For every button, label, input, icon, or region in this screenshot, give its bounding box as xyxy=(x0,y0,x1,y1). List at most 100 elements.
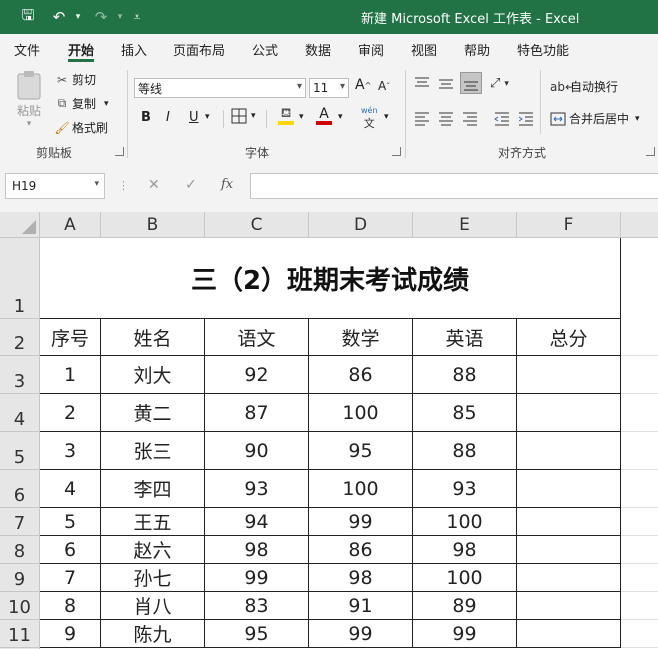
cell-e9[interactable]: 100 xyxy=(413,564,517,592)
phonetic-guide-button[interactable]: wén 文 xyxy=(361,106,378,131)
cell-g11[interactable] xyxy=(621,620,658,648)
cell-e8[interactable]: 98 xyxy=(413,536,517,564)
row-header-7[interactable]: 7 xyxy=(0,508,40,536)
cell-c5[interactable]: 90 xyxy=(205,432,309,470)
cell-e11[interactable]: 99 xyxy=(413,620,517,648)
redo-icon[interactable]: ↷ xyxy=(88,0,114,34)
fill-color-button[interactable]: ⛾ xyxy=(278,107,294,125)
cell-e6[interactable]: 93 xyxy=(413,470,517,508)
row-header-5[interactable]: 5 xyxy=(0,432,40,470)
cell-g10[interactable] xyxy=(621,592,658,620)
cell-d7[interactable]: 99 xyxy=(309,508,413,536)
select-all-button[interactable] xyxy=(0,212,40,238)
cell-a9[interactable]: 7 xyxy=(40,564,101,592)
tab-page-layout[interactable]: 页面布局 xyxy=(173,40,225,59)
undo-dropdown-icon[interactable]: ▾ xyxy=(72,0,84,34)
font-color-dropdown-icon[interactable]: ▾ xyxy=(338,112,343,122)
cell-f6[interactable] xyxy=(517,470,621,508)
italic-button[interactable]: I xyxy=(166,110,170,125)
cell-f9[interactable] xyxy=(517,564,621,592)
align-bottom-button[interactable] xyxy=(460,72,482,94)
merge-center-button[interactable]: 合并后居中 ▾ xyxy=(550,110,640,127)
align-top-button[interactable] xyxy=(414,75,430,91)
save-icon[interactable]: 🖫 xyxy=(14,0,42,34)
cell-g5[interactable] xyxy=(621,432,658,470)
bold-button[interactable]: B xyxy=(141,110,151,125)
tab-help[interactable]: 帮助 xyxy=(464,40,490,59)
cell-d11[interactable]: 99 xyxy=(309,620,413,648)
column-header-a[interactable]: A xyxy=(40,212,101,238)
undo-icon[interactable]: ↶ xyxy=(46,0,72,34)
row-header-6[interactable]: 6 xyxy=(0,470,40,508)
cell-f11[interactable] xyxy=(517,620,621,648)
cancel-icon[interactable]: ✕ xyxy=(148,177,160,193)
column-header-c[interactable]: C xyxy=(205,212,309,238)
cell-c4[interactable]: 87 xyxy=(205,394,309,432)
column-header-f[interactable]: F xyxy=(517,212,621,238)
font-name-select[interactable]: 等线 ▾ xyxy=(134,78,306,98)
align-middle-button[interactable] xyxy=(438,75,454,91)
align-left-button[interactable] xyxy=(414,110,430,126)
cell-a6[interactable]: 4 xyxy=(40,470,101,508)
cell-d4[interactable]: 100 xyxy=(309,394,413,432)
row-header-3[interactable]: 3 xyxy=(0,356,40,394)
cell-e4[interactable]: 85 xyxy=(413,394,517,432)
borders-button[interactable]: ▾ xyxy=(231,108,256,124)
cell-c7[interactable]: 94 xyxy=(205,508,309,536)
increase-font-size-icon[interactable]: A ^ xyxy=(355,77,371,93)
tab-insert[interactable]: 插入 xyxy=(121,40,147,59)
cell-g3[interactable] xyxy=(621,356,658,394)
cell-e10[interactable]: 89 xyxy=(413,592,517,620)
cell-f10[interactable] xyxy=(517,592,621,620)
sheet-title-cell[interactable]: 三（2）班期末考试成绩 xyxy=(40,238,621,319)
tab-review[interactable]: 审阅 xyxy=(358,40,384,59)
cell-b10[interactable]: 肖八 xyxy=(101,592,205,620)
cell-d10[interactable]: 91 xyxy=(309,592,413,620)
phonetic-dropdown-icon[interactable]: ▾ xyxy=(384,112,389,122)
row-header-10[interactable]: 10 xyxy=(0,592,40,620)
cut-button[interactable]: ✂ 剪切 xyxy=(54,71,96,88)
cell-c9[interactable]: 99 xyxy=(205,564,309,592)
fill-color-dropdown-icon[interactable]: ▾ xyxy=(299,112,304,122)
cell-f4[interactable] xyxy=(517,394,621,432)
cell-c3[interactable]: 92 xyxy=(205,356,309,394)
cell-b6[interactable]: 李四 xyxy=(101,470,205,508)
decrease-font-size-icon[interactable]: Aˇ xyxy=(378,79,390,93)
formula-input[interactable] xyxy=(250,173,658,199)
name-box[interactable]: H19 ▾ xyxy=(5,173,105,199)
header-cell-e[interactable]: 英语 xyxy=(413,319,517,356)
cell-a11[interactable]: 9 xyxy=(40,620,101,648)
cell-a8[interactable]: 6 xyxy=(40,536,101,564)
alignment-launcher-icon[interactable] xyxy=(646,147,655,156)
cell-e3[interactable]: 88 xyxy=(413,356,517,394)
row-header-9[interactable]: 9 xyxy=(0,564,40,592)
align-right-button[interactable] xyxy=(462,110,478,126)
increase-indent-button[interactable] xyxy=(518,110,534,126)
cell-g6[interactable] xyxy=(621,470,658,508)
wrap-text-button[interactable]: ab↵ 自动换行 xyxy=(550,78,618,95)
font-launcher-icon[interactable] xyxy=(392,147,401,156)
cell-e5[interactable]: 88 xyxy=(413,432,517,470)
font-color-button[interactable]: A xyxy=(316,107,332,125)
row-header-4[interactable]: 4 xyxy=(0,394,40,432)
cell-d6[interactable]: 100 xyxy=(309,470,413,508)
tab-special-features[interactable]: 特色功能 xyxy=(517,40,569,59)
tab-file[interactable]: 文件 xyxy=(14,40,40,59)
paste-button[interactable]: 粘贴 ▾ xyxy=(12,70,46,134)
customize-quick-access-icon[interactable]: ⩡ xyxy=(128,0,146,34)
row-header-11[interactable]: 11 xyxy=(0,620,40,648)
cell-e7[interactable]: 100 xyxy=(413,508,517,536)
column-header-d[interactable]: D xyxy=(309,212,413,238)
cell-c11[interactable]: 95 xyxy=(205,620,309,648)
cell-d3[interactable]: 86 xyxy=(309,356,413,394)
cell-g9[interactable] xyxy=(621,564,658,592)
header-cell-d[interactable]: 数学 xyxy=(309,319,413,356)
cell-f8[interactable] xyxy=(517,536,621,564)
orientation-button[interactable]: ⤢ ▾ xyxy=(490,76,509,91)
cell-a5[interactable]: 3 xyxy=(40,432,101,470)
header-cell-a[interactable]: 序号 xyxy=(40,319,101,356)
enter-icon[interactable]: ✓ xyxy=(185,177,197,193)
column-header-e[interactable]: E xyxy=(413,212,517,238)
header-cell-b[interactable]: 姓名 xyxy=(101,319,205,356)
cell-b5[interactable]: 张三 xyxy=(101,432,205,470)
